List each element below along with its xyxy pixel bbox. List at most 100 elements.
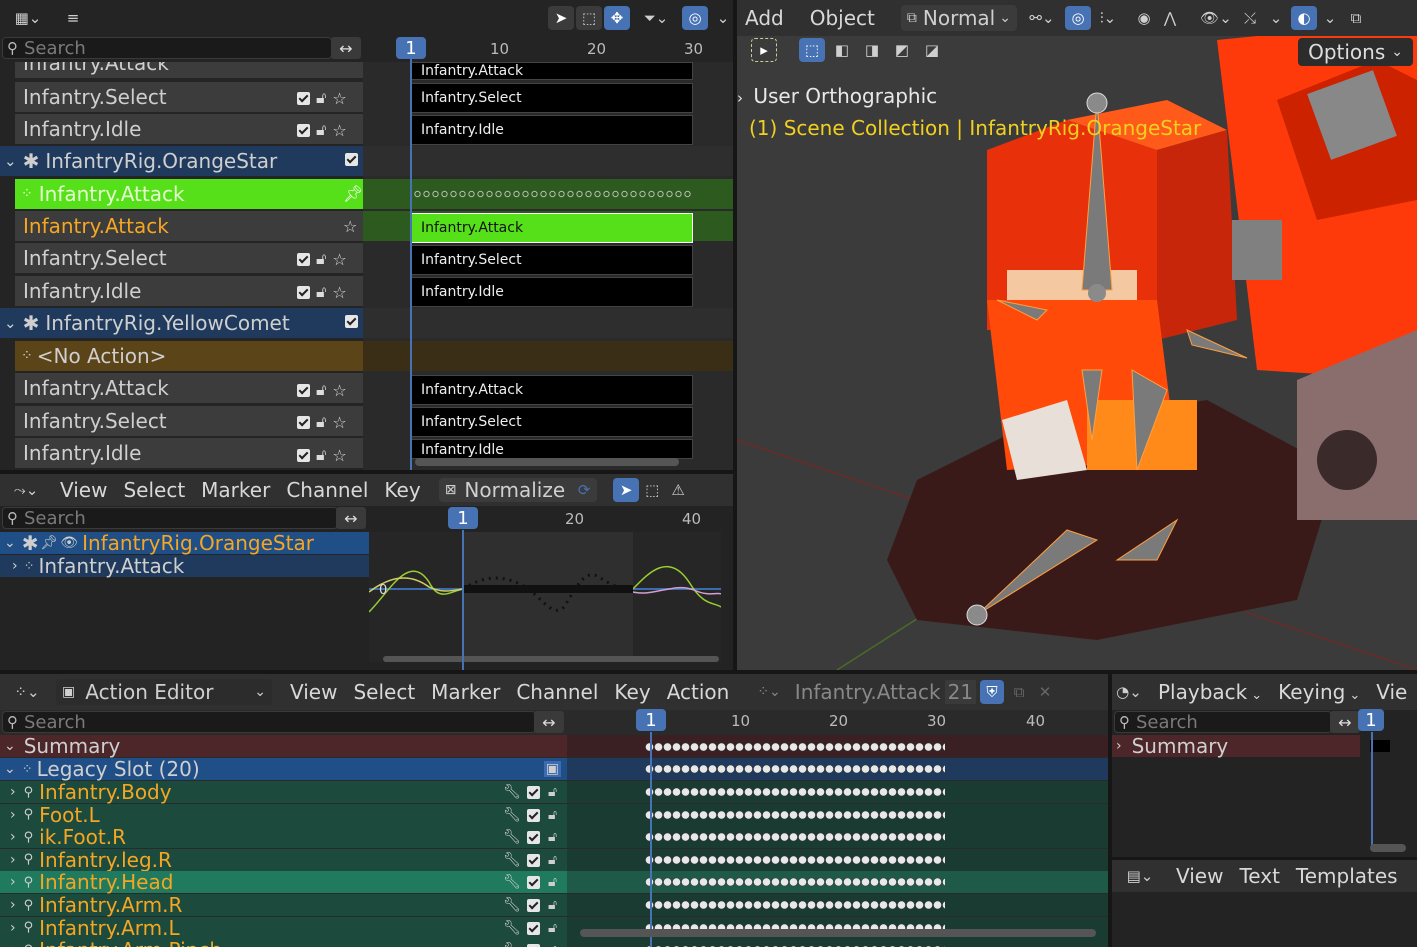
- lock-icon[interactable]: 🔓︎: [316, 380, 326, 400]
- normalize-toggle[interactable]: ⊠ Normalize: [438, 478, 572, 502]
- select-new-icon[interactable]: ⬚: [799, 38, 825, 62]
- graph-menu-marker[interactable]: Marker: [193, 478, 278, 502]
- expand-chevron-icon[interactable]: ›: [10, 784, 16, 800]
- lock-icon[interactable]: 🔓︎: [548, 920, 557, 936]
- lock-icon[interactable]: 🔓︎: [548, 784, 557, 800]
- star-icon[interactable]: ☆: [332, 413, 346, 432]
- nla-strip[interactable]: Infantry.Attack: [411, 375, 693, 405]
- lock-icon[interactable]: 🔓︎: [548, 942, 557, 947]
- expand-chevron-icon[interactable]: ⌄: [4, 152, 17, 170]
- gizmo-icon[interactable]: ⤯: [1237, 6, 1263, 30]
- snap-icon[interactable]: ◎: [682, 6, 708, 30]
- nla-scrollbar[interactable]: [415, 458, 679, 466]
- ae-channel-row[interactable]: › ⚲ Infantry.Arm.Pinch 🔧︎ 🔓︎: [0, 938, 567, 947]
- modifier-wrench-icon[interactable]: 🔧︎: [503, 942, 521, 947]
- graph-curve-area[interactable]: 0: [368, 532, 722, 662]
- expand-chevron-icon[interactable]: ›: [10, 807, 16, 823]
- modifier-wrench-icon[interactable]: 🔧︎: [503, 829, 521, 845]
- expand-chevron-icon[interactable]: ›: [12, 558, 18, 574]
- viewport-menu-add[interactable]: Add: [737, 6, 792, 30]
- modifier-wrench-icon[interactable]: 🔧︎: [503, 807, 521, 823]
- timeline-menu-view[interactable]: Vie: [1368, 680, 1415, 704]
- viewport-snap-icon[interactable]: ◎: [1064, 6, 1091, 30]
- select-extend-icon[interactable]: ◧: [829, 38, 855, 62]
- lasso-icon[interactable]: ✥: [604, 6, 630, 30]
- warning-icon[interactable]: ⚠: [665, 478, 691, 502]
- mute-checkbox[interactable]: [345, 315, 358, 328]
- channel-mute-checkbox[interactable]: [527, 786, 540, 799]
- expand-chevron-icon[interactable]: ›: [10, 829, 16, 845]
- modifier-wrench-icon[interactable]: 🔧︎: [503, 874, 521, 890]
- viewport-menu-object[interactable]: Object: [802, 6, 883, 30]
- timeline-current-frame[interactable]: 1: [1358, 709, 1384, 731]
- pin-icon[interactable]: ⚲: [24, 875, 34, 890]
- timeline-key-block[interactable]: [1370, 740, 1390, 752]
- graph-channel-action[interactable]: › ⁘ Infantry.Attack: [0, 554, 369, 578]
- options-dropdown[interactable]: Options ⌄: [1298, 38, 1413, 66]
- snap-target-icon[interactable]: ⫶⌄: [1091, 6, 1125, 30]
- ae-menu-view[interactable]: View: [282, 680, 345, 704]
- nla-track[interactable]: Infantry.Attack: [15, 211, 363, 241]
- channel-keyframes[interactable]: [645, 831, 945, 844]
- pin-icon[interactable]: ⚲: [24, 830, 34, 845]
- timeline-playhead[interactable]: [1371, 732, 1373, 850]
- ae-playhead[interactable]: [650, 732, 652, 947]
- box-select-icon[interactable]: ⬚: [576, 6, 602, 30]
- graph-editor-type-icon[interactable]: ⤳⌄: [8, 478, 44, 502]
- overlay-icon[interactable]: ◐: [1290, 6, 1317, 30]
- star-icon[interactable]: ☆: [332, 121, 346, 140]
- duplicate-icon[interactable]: ⧉: [1008, 680, 1030, 704]
- slot-select-icon[interactable]: ▣: [543, 761, 561, 777]
- action-selector[interactable]: ⁘⌄ Infantry.Attack 21 ⛨ ⧉ ✕: [757, 680, 1056, 704]
- expand-chevron-icon[interactable]: ⌄: [4, 314, 17, 332]
- graph-box-select-icon[interactable]: ⬚: [639, 478, 665, 502]
- ae-menu-key[interactable]: Key: [606, 680, 658, 704]
- keyframe-diamonds[interactable]: [413, 188, 693, 200]
- star-icon[interactable]: ☆: [332, 446, 346, 465]
- graph-channel-object[interactable]: ⌄ ✱ 📌︎ 👁︎ InfantryRig.OrangeStar: [0, 531, 369, 555]
- modifier-wrench-icon[interactable]: 🔧︎: [503, 852, 521, 868]
- lock-icon[interactable]: 🔓︎: [548, 807, 557, 823]
- pin-icon[interactable]: ⚲: [24, 920, 34, 935]
- lock-icon[interactable]: 🔓︎: [316, 88, 326, 108]
- graph-menu-key[interactable]: Key: [376, 478, 428, 502]
- link-icon[interactable]: ⚯⌄: [1025, 6, 1059, 30]
- nla-object-row[interactable]: ⌄ ✱ InfantryRig.YellowComet: [0, 308, 363, 338]
- nla-object-row[interactable]: ⌄ ✱ InfantryRig.OrangeStar: [0, 146, 363, 176]
- pin-icon[interactable]: ⚲: [24, 785, 34, 800]
- swap-icon[interactable]: ↔: [336, 507, 366, 529]
- collapse-chevron-icon[interactable]: ›: [737, 89, 743, 107]
- select-tool-icon[interactable]: ➤: [548, 6, 574, 30]
- select-intersect-icon[interactable]: ◪: [919, 38, 945, 62]
- ae-channel-row[interactable]: › ⚲ Foot.L 🔧︎ 🔓︎: [0, 803, 567, 827]
- nla-active-action-row[interactable]: ⁘ Infantry.Attack: [15, 179, 363, 209]
- nla-strip[interactable]: Infantry.Idle: [411, 439, 693, 459]
- channel-keyframes[interactable]: [645, 786, 945, 798]
- mute-checkbox[interactable]: [297, 383, 310, 397]
- text-menu-text[interactable]: Text: [1231, 864, 1287, 888]
- mute-checkbox[interactable]: [345, 153, 358, 166]
- ae-channel-row[interactable]: › ⚲ Infantry.Arm.R 🔧︎ 🔓︎: [0, 893, 567, 917]
- swap-icon[interactable]: ↔: [331, 37, 361, 59]
- lock-icon[interactable]: 🔓︎: [548, 874, 557, 890]
- mode-dropdown[interactable]: ▣ Action Editor ⌄: [56, 679, 272, 705]
- unlink-x-icon[interactable]: ✕: [1034, 680, 1056, 704]
- expand-chevron-icon[interactable]: ⌄: [4, 761, 16, 777]
- select-invert-icon[interactable]: ◩: [889, 38, 915, 62]
- mute-checkbox[interactable]: [297, 448, 310, 462]
- channel-mute-checkbox[interactable]: [527, 921, 540, 935]
- swap-icon[interactable]: ↔: [534, 711, 564, 733]
- star-icon[interactable]: ☆: [332, 381, 346, 400]
- ae-menu-action[interactable]: Action: [659, 680, 738, 704]
- select-subtract-icon[interactable]: ◨: [859, 38, 885, 62]
- pin-icon[interactable]: 📌︎: [343, 184, 363, 203]
- nla-strip[interactable]: Infantry.Attack: [411, 62, 693, 80]
- falloff-icon[interactable]: ⋀: [1157, 6, 1183, 30]
- nla-strip[interactable]: Infantry.Idle: [411, 277, 693, 307]
- graph-menu-view[interactable]: View: [52, 478, 115, 502]
- pin-icon[interactable]: ⚲: [24, 807, 34, 822]
- graph-search-input[interactable]: ⚲ Search: [2, 507, 338, 529]
- ae-summary-row[interactable]: ⌄ Summary: [0, 734, 567, 758]
- lock-icon[interactable]: 🔓︎: [316, 249, 326, 269]
- expand-chevron-icon[interactable]: ›: [10, 852, 16, 868]
